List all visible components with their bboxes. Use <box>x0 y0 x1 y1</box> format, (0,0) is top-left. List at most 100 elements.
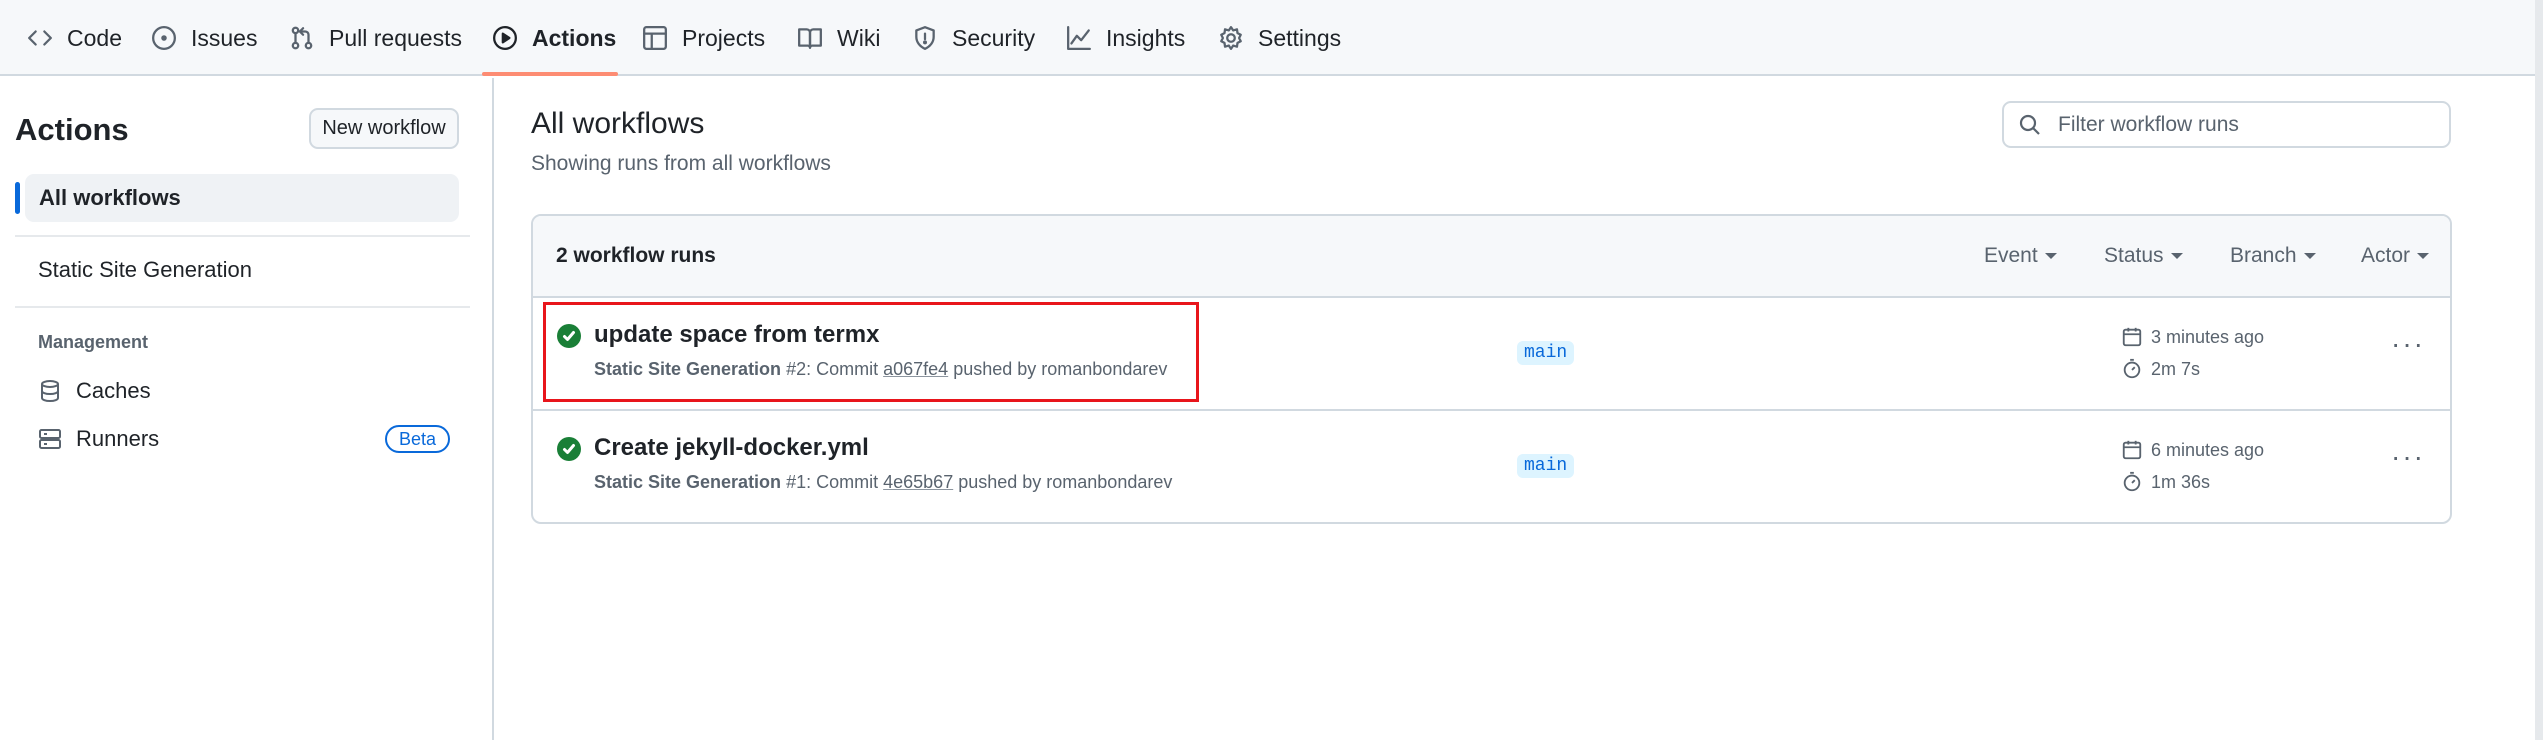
book-icon <box>797 25 823 51</box>
workflow-runs-list: 2 workflow runs Event Status Branch Acto… <box>531 214 2452 524</box>
run-meta: Static Site Generation #1: Commit 4e65b6… <box>594 472 1172 493</box>
tab-label: Insights <box>1106 24 1186 51</box>
filter-workflow-runs[interactable] <box>2002 101 2451 148</box>
run-number: #1 <box>786 472 807 492</box>
git-pull-request-icon <box>289 25 315 51</box>
tab-insights[interactable]: Insights <box>1066 0 1185 76</box>
kebab-horizontal-icon[interactable]: ··· <box>2391 441 2425 473</box>
branch-label[interactable]: main <box>1517 454 1575 478</box>
actor-filter[interactable]: Actor <box>2361 244 2430 268</box>
commit-prefix: : Commit <box>806 472 884 492</box>
search-icon <box>2019 114 2040 135</box>
graph-icon <box>1066 25 1092 51</box>
code-icon <box>27 25 53 51</box>
tab-security[interactable]: Security <box>912 0 1035 76</box>
search-input[interactable] <box>2056 111 2440 138</box>
sidebar-item-label: Caches <box>76 378 151 403</box>
page-scrollbar[interactable] <box>2535 0 2543 740</box>
kebab-horizontal-icon[interactable]: ··· <box>2391 328 2425 360</box>
triangle-down-icon <box>2170 253 2183 259</box>
divider <box>15 306 470 308</box>
filter-label: Actor <box>2361 244 2411 267</box>
table-row: Create jekyll-docker.yml Static Site Gen… <box>533 411 2450 522</box>
pushed-by: pushed by romanbondarev <box>948 359 1168 379</box>
table-icon <box>642 25 668 51</box>
sidebar-item-label: Runners <box>76 426 160 451</box>
run-duration: 1m 36s <box>2121 471 2210 493</box>
run-duration: 2m 7s <box>2121 358 2200 380</box>
check-circle-icon <box>557 437 581 461</box>
tab-label: Settings <box>1258 24 1342 51</box>
gear-icon <box>1218 25 1244 51</box>
tab-projects[interactable]: Projects <box>642 0 765 76</box>
management-heading: Management <box>38 332 149 352</box>
run-title-link[interactable]: Create jekyll-docker.yml <box>594 434 869 462</box>
sidebar-item-static-site-generation[interactable]: Static Site Generation <box>38 257 252 283</box>
tab-label: Code <box>67 24 122 51</box>
runs-header: 2 workflow runs Event Status Branch Acto… <box>533 216 2450 298</box>
duration-text: 2m 7s <box>2151 358 2201 379</box>
tab-wiki[interactable]: Wiki <box>797 0 880 76</box>
page-subtitle: Showing runs from all workflows <box>531 152 831 175</box>
commit-prefix: : Commit <box>806 359 884 379</box>
shield-icon <box>912 25 938 51</box>
beta-badge: Beta <box>385 425 451 453</box>
server-icon <box>38 427 62 451</box>
tab-label: Wiki <box>837 24 881 51</box>
run-title-link[interactable]: update space from termx <box>594 321 879 349</box>
triangle-down-icon <box>2417 253 2430 259</box>
workflow-name: Static Site Generation <box>594 359 782 379</box>
workflow-name: Static Site Generation <box>594 472 782 492</box>
tab-settings[interactable]: Settings <box>1218 0 1341 76</box>
commit-sha-link[interactable]: a067fe4 <box>883 359 948 379</box>
page-title: All workflows <box>531 107 705 140</box>
play-icon <box>492 25 518 51</box>
calendar-icon <box>2122 440 2142 460</box>
filter-label: Event <box>1984 244 2038 267</box>
tab-label: Projects <box>682 24 766 51</box>
run-meta: Static Site Generation #2: Commit a067fe… <box>594 359 1167 380</box>
status-filter[interactable]: Status <box>2104 244 2183 268</box>
triangle-down-icon <box>2303 253 2316 259</box>
duration-text: 1m 36s <box>2151 471 2211 492</box>
stopwatch-icon <box>2123 471 2141 492</box>
tab-actions[interactable]: Actions <box>492 0 616 76</box>
check-circle-icon <box>557 324 581 348</box>
repo-nav: Code Issues Pull requests Actions Projec… <box>0 0 2543 76</box>
divider <box>15 235 470 237</box>
run-time-ago: 6 minutes ago <box>2121 439 2264 461</box>
runs-count: 2 workflow runs <box>556 244 716 267</box>
selected-indicator <box>15 182 20 214</box>
new-workflow-button[interactable]: New workflow <box>309 108 459 149</box>
run-number: #2 <box>786 359 807 379</box>
database-icon <box>38 379 62 403</box>
sidebar-title: Actions <box>15 112 129 147</box>
issue-opened-icon <box>151 25 177 51</box>
tab-pull-requests[interactable]: Pull requests <box>289 0 462 76</box>
tab-label: Actions <box>532 24 617 51</box>
tab-issues[interactable]: Issues <box>151 0 257 76</box>
calendar-icon <box>2122 327 2142 347</box>
commit-sha-link[interactable]: 4e65b67 <box>883 472 953 492</box>
event-filter[interactable]: Event <box>1984 244 2057 268</box>
pushed-by: pushed by romanbondarev <box>953 472 1173 492</box>
tab-code[interactable]: Code <box>27 0 122 76</box>
active-tab-indicator <box>482 72 618 76</box>
stopwatch-icon <box>2123 358 2141 379</box>
tab-label: Issues <box>191 24 258 51</box>
filter-label: Status <box>2104 244 2164 267</box>
sidebar-item-all-workflows[interactable]: All workflows <box>25 174 459 222</box>
actions-sidebar: Actions New workflow All workflows Stati… <box>0 78 494 740</box>
triangle-down-icon <box>2044 253 2057 259</box>
branch-label[interactable]: main <box>1517 341 1575 365</box>
time-ago-text: 3 minutes ago <box>2151 326 2265 347</box>
filter-label: Branch <box>2230 244 2297 267</box>
time-ago-text: 6 minutes ago <box>2151 439 2265 460</box>
tab-label: Pull requests <box>329 24 462 51</box>
table-row: update space from termx Static Site Gene… <box>533 298 2450 411</box>
run-time-ago: 3 minutes ago <box>2121 326 2264 348</box>
sidebar-item-runners[interactable]: Runners <box>38 426 159 452</box>
sidebar-item-caches[interactable]: Caches <box>38 378 151 404</box>
tab-label: Security <box>952 24 1036 51</box>
branch-filter[interactable]: Branch <box>2230 244 2316 268</box>
